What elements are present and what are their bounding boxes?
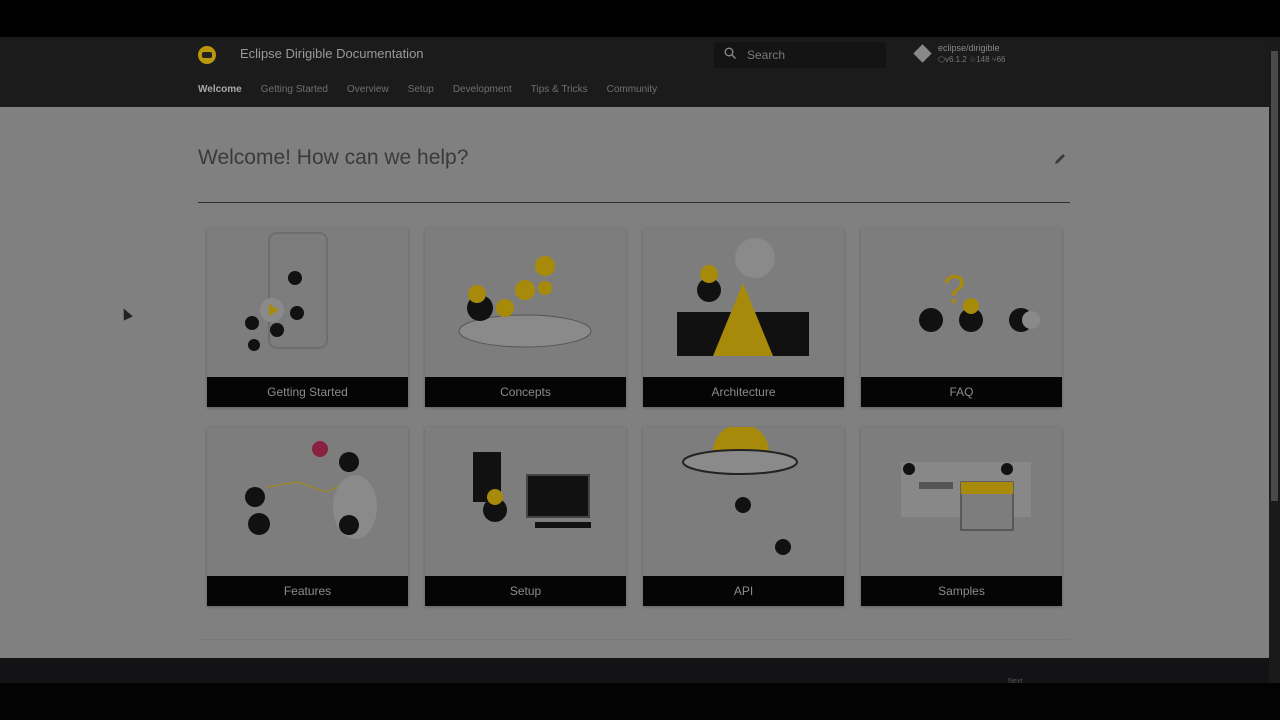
card-label[interactable]: Features — [207, 576, 408, 606]
tab-welcome[interactable]: Welcome — [198, 84, 242, 95]
scrollbar-thumb[interactable] — [1271, 51, 1278, 501]
card-faq[interactable]: ? FAQ — [861, 228, 1062, 407]
search-icon — [724, 47, 736, 59]
faq-illustration: ? — [919, 268, 1040, 332]
card-architecture[interactable]: Architecture — [643, 228, 844, 407]
tab-community[interactable]: Community — [607, 84, 658, 95]
nav-tabs: Welcome Getting Started Overview Setup D… — [198, 84, 676, 95]
tab-overview[interactable]: Overview — [347, 84, 389, 95]
search-input[interactable]: Search — [714, 42, 886, 68]
divider — [198, 202, 1070, 203]
site-header — [0, 37, 1269, 107]
svg-text:?: ? — [943, 268, 965, 312]
repo-stars: 148 — [976, 55, 990, 64]
page-title: Welcome! How can we help? — [198, 146, 469, 169]
tab-development[interactable]: Development — [453, 84, 512, 95]
card-concepts[interactable]: Concepts — [425, 228, 626, 407]
card-label[interactable]: Getting Started — [207, 377, 408, 407]
card-setup[interactable]: Setup — [425, 427, 626, 606]
logo-icon[interactable] — [198, 46, 216, 64]
tag-icon: ⬡ — [938, 55, 945, 64]
card-features[interactable]: Features — [207, 427, 408, 606]
card-label[interactable]: Architecture — [643, 377, 844, 407]
architecture-illustration — [677, 238, 809, 356]
scrollbar[interactable] — [1269, 37, 1280, 683]
features-illustration — [245, 441, 377, 539]
api-illustration — [682, 427, 798, 555]
edit-icon[interactable] — [1053, 152, 1067, 166]
search-placeholder: Search — [747, 48, 786, 62]
bottom-letterbox — [0, 683, 1280, 720]
main-content — [0, 107, 1269, 658]
repo-forks: 66 — [996, 55, 1006, 64]
getting-started-illustration — [245, 232, 328, 351]
concepts-illustration — [458, 256, 592, 348]
repo-version: v6.1.2 — [944, 55, 967, 64]
top-letterbox — [0, 0, 1280, 37]
site-title[interactable]: Eclipse Dirigible Documentation — [240, 46, 424, 61]
footer: Next — [0, 658, 1269, 685]
samples-illustration — [901, 462, 1031, 531]
tab-getting-started[interactable]: Getting Started — [261, 84, 328, 95]
tab-setup[interactable]: Setup — [408, 84, 434, 95]
card-label[interactable]: API — [643, 576, 844, 606]
divider — [198, 639, 1070, 640]
repo-name: eclipse/dirigible — [938, 43, 1000, 53]
card-getting-started[interactable]: Getting Started — [207, 228, 408, 407]
card-label[interactable]: Setup — [425, 576, 626, 606]
tab-tips-tricks[interactable]: Tips & Tricks — [531, 84, 588, 95]
card-label[interactable]: Samples — [861, 576, 1062, 606]
card-samples[interactable]: Samples — [861, 427, 1062, 606]
card-label[interactable]: Concepts — [425, 377, 626, 407]
card-api[interactable]: API — [643, 427, 844, 606]
setup-illustration — [473, 452, 591, 528]
card-label[interactable]: FAQ — [861, 377, 1062, 407]
